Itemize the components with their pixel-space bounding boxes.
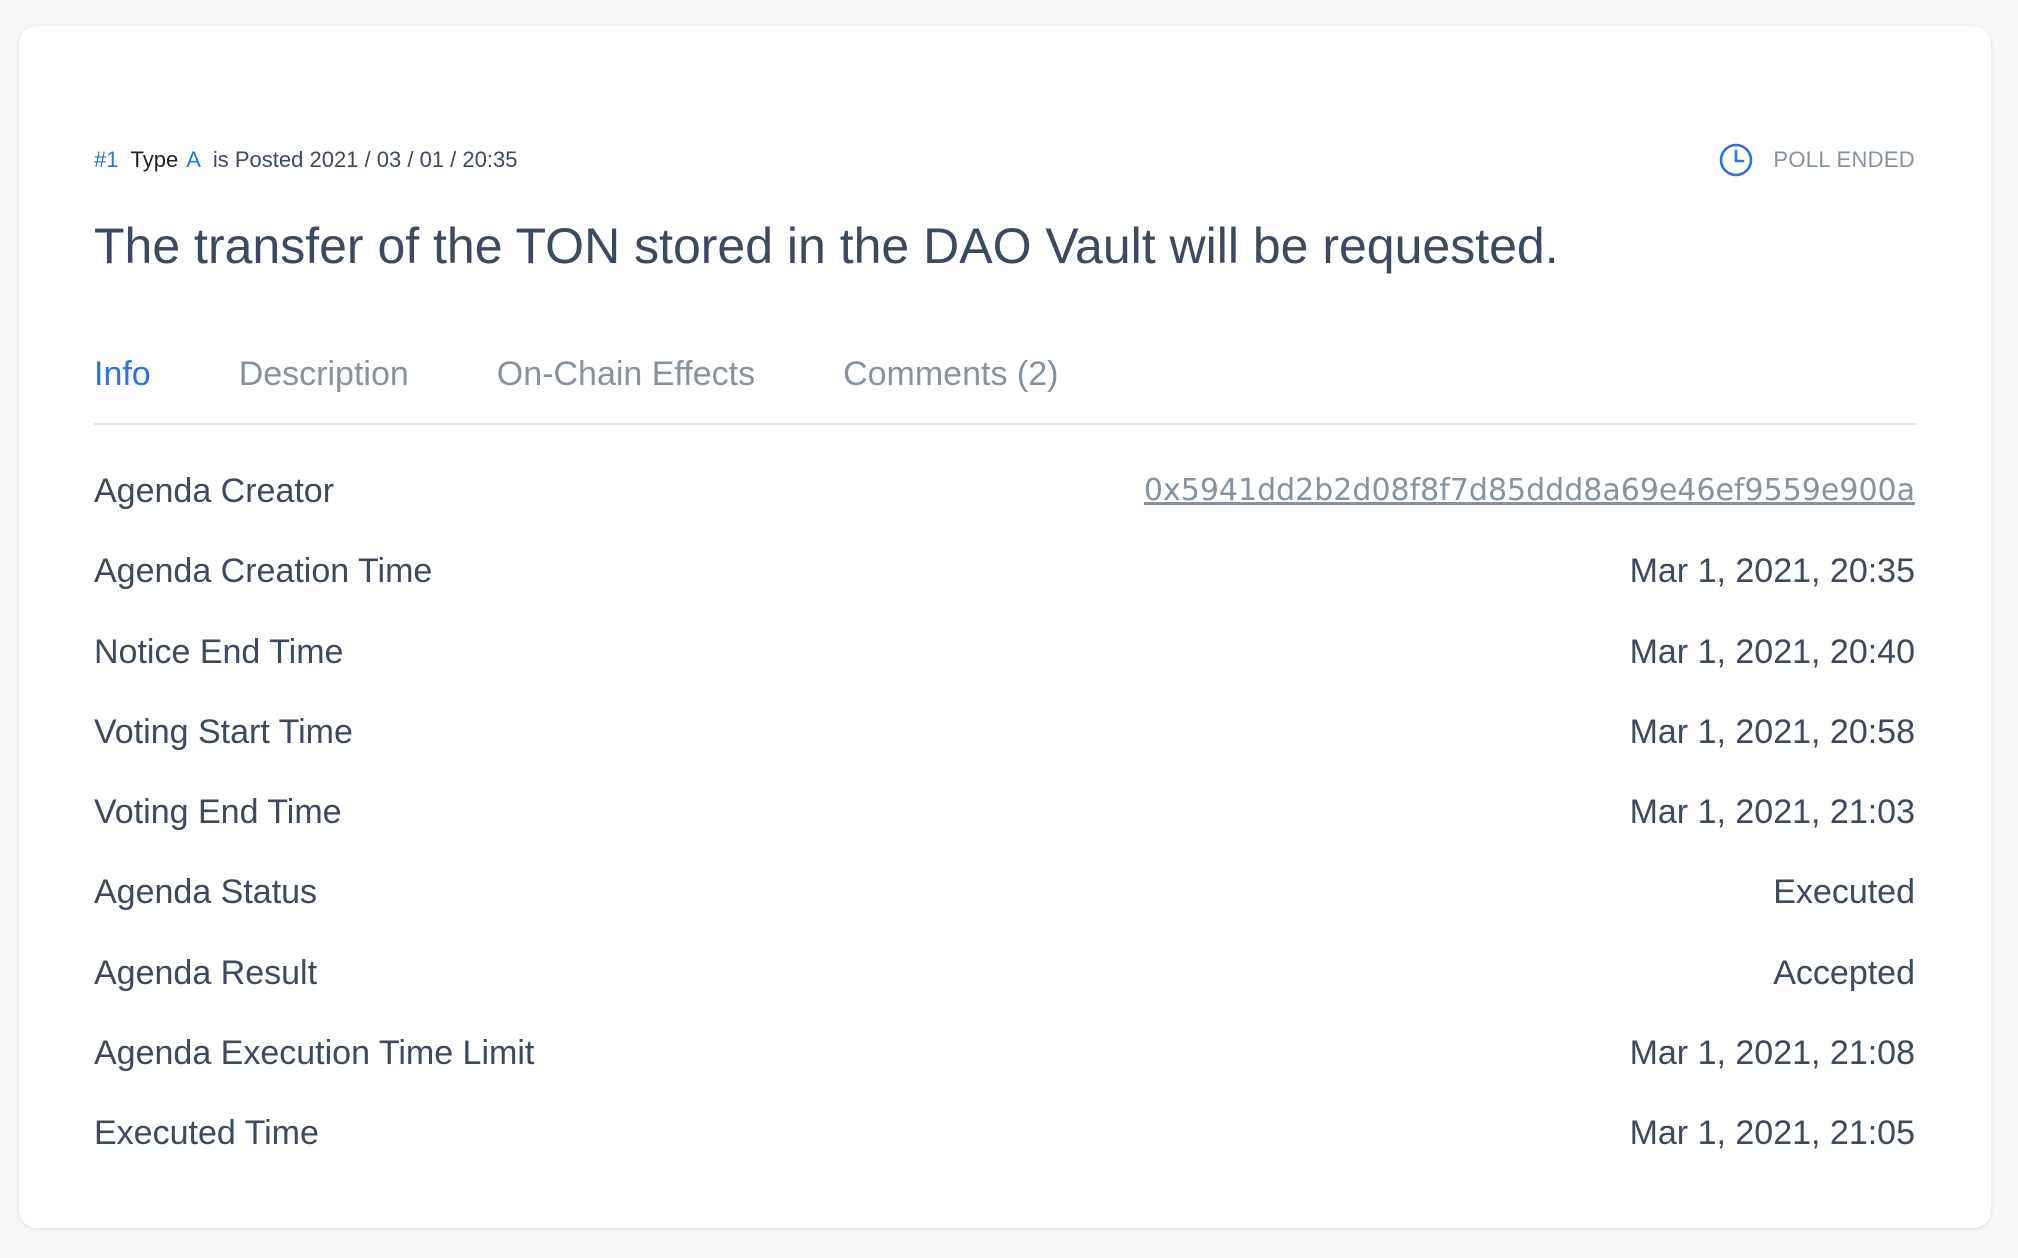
info-row-creation-time: Agenda Creation Time Mar 1, 2021, 20:35: [94, 547, 1915, 627]
tab-on-chain-effects[interactable]: On-Chain Effects: [497, 346, 755, 402]
info-label: Notice End Time: [94, 632, 344, 671]
info-label: Agenda Execution Time Limit: [94, 1034, 535, 1073]
info-row-notice-end-time: Notice End Time Mar 1, 2021, 20:40: [94, 628, 1915, 708]
info-value: Accepted: [1773, 953, 1915, 992]
clock-icon: [1718, 142, 1754, 178]
info-value: Executed: [1773, 873, 1915, 912]
info-value: Mar 1, 2021, 20:58: [1629, 712, 1915, 751]
agenda-meta-row: #1 Type A is Posted 2021 / 03 / 01 / 20:…: [94, 142, 1915, 178]
agenda-number: #1: [94, 147, 119, 172]
info-value: Mar 1, 2021, 20:40: [1629, 632, 1915, 671]
info-value: Mar 1, 2021, 21:08: [1629, 1034, 1915, 1073]
agenda-posted-date: is Posted 2021 / 03 / 01 / 20:35: [212, 147, 518, 172]
info-row-voting-end-time: Voting End Time Mar 1, 2021, 21:03: [94, 788, 1915, 868]
info-row-agenda-status: Agenda Status Executed: [94, 868, 1915, 948]
info-label: Executed Time: [94, 1114, 319, 1153]
agenda-type-value: A: [186, 147, 201, 172]
tab-description[interactable]: Description: [239, 346, 409, 402]
creator-address-link[interactable]: 0x5941dd2b2d08f8f7d85ddd8a69e46ef9559e90…: [1144, 467, 1915, 515]
info-label: Voting Start Time: [94, 712, 353, 751]
info-row-execution-time-limit: Agenda Execution Time Limit Mar 1, 2021,…: [94, 1029, 1915, 1109]
info-label: Agenda Creation Time: [94, 552, 433, 591]
agenda-title: The transfer of the TON stored in the DA…: [94, 218, 1559, 274]
info-row-agenda-creator: Agenda Creator 0x5941dd2b2d08f8f7d85ddd8…: [94, 467, 1915, 547]
info-value: Mar 1, 2021, 21:03: [1629, 793, 1915, 832]
info-row-voting-start-time: Voting Start Time Mar 1, 2021, 20:58: [94, 708, 1915, 788]
agenda-type-label: Type: [130, 147, 179, 172]
agenda-meta: #1 Type A is Posted 2021 / 03 / 01 / 20:…: [94, 147, 517, 173]
info-label: Agenda Status: [94, 873, 318, 912]
info-list: Agenda Creator 0x5941dd2b2d08f8f7d85ddd8…: [94, 467, 1915, 1190]
poll-status: POLL ENDED: [1718, 142, 1915, 178]
info-label: Agenda Creator: [94, 472, 335, 510]
info-value: Mar 1, 2021, 20:35: [1629, 552, 1915, 591]
tab-info[interactable]: Info: [94, 346, 151, 402]
info-label: Voting End Time: [94, 793, 342, 832]
tab-comments[interactable]: Comments (2): [843, 346, 1058, 402]
info-row-agenda-result: Agenda Result Accepted: [94, 949, 1915, 1029]
poll-status-label: POLL ENDED: [1773, 147, 1915, 172]
info-value: Mar 1, 2021, 21:05: [1629, 1114, 1915, 1153]
agenda-card: #1 Type A is Posted 2021 / 03 / 01 / 20:…: [19, 26, 1991, 1228]
agenda-tabs: Info Description On-Chain Effects Commen…: [94, 346, 1915, 425]
info-row-executed-time: Executed Time Mar 1, 2021, 21:05: [94, 1109, 1915, 1189]
info-label: Agenda Result: [94, 953, 318, 992]
